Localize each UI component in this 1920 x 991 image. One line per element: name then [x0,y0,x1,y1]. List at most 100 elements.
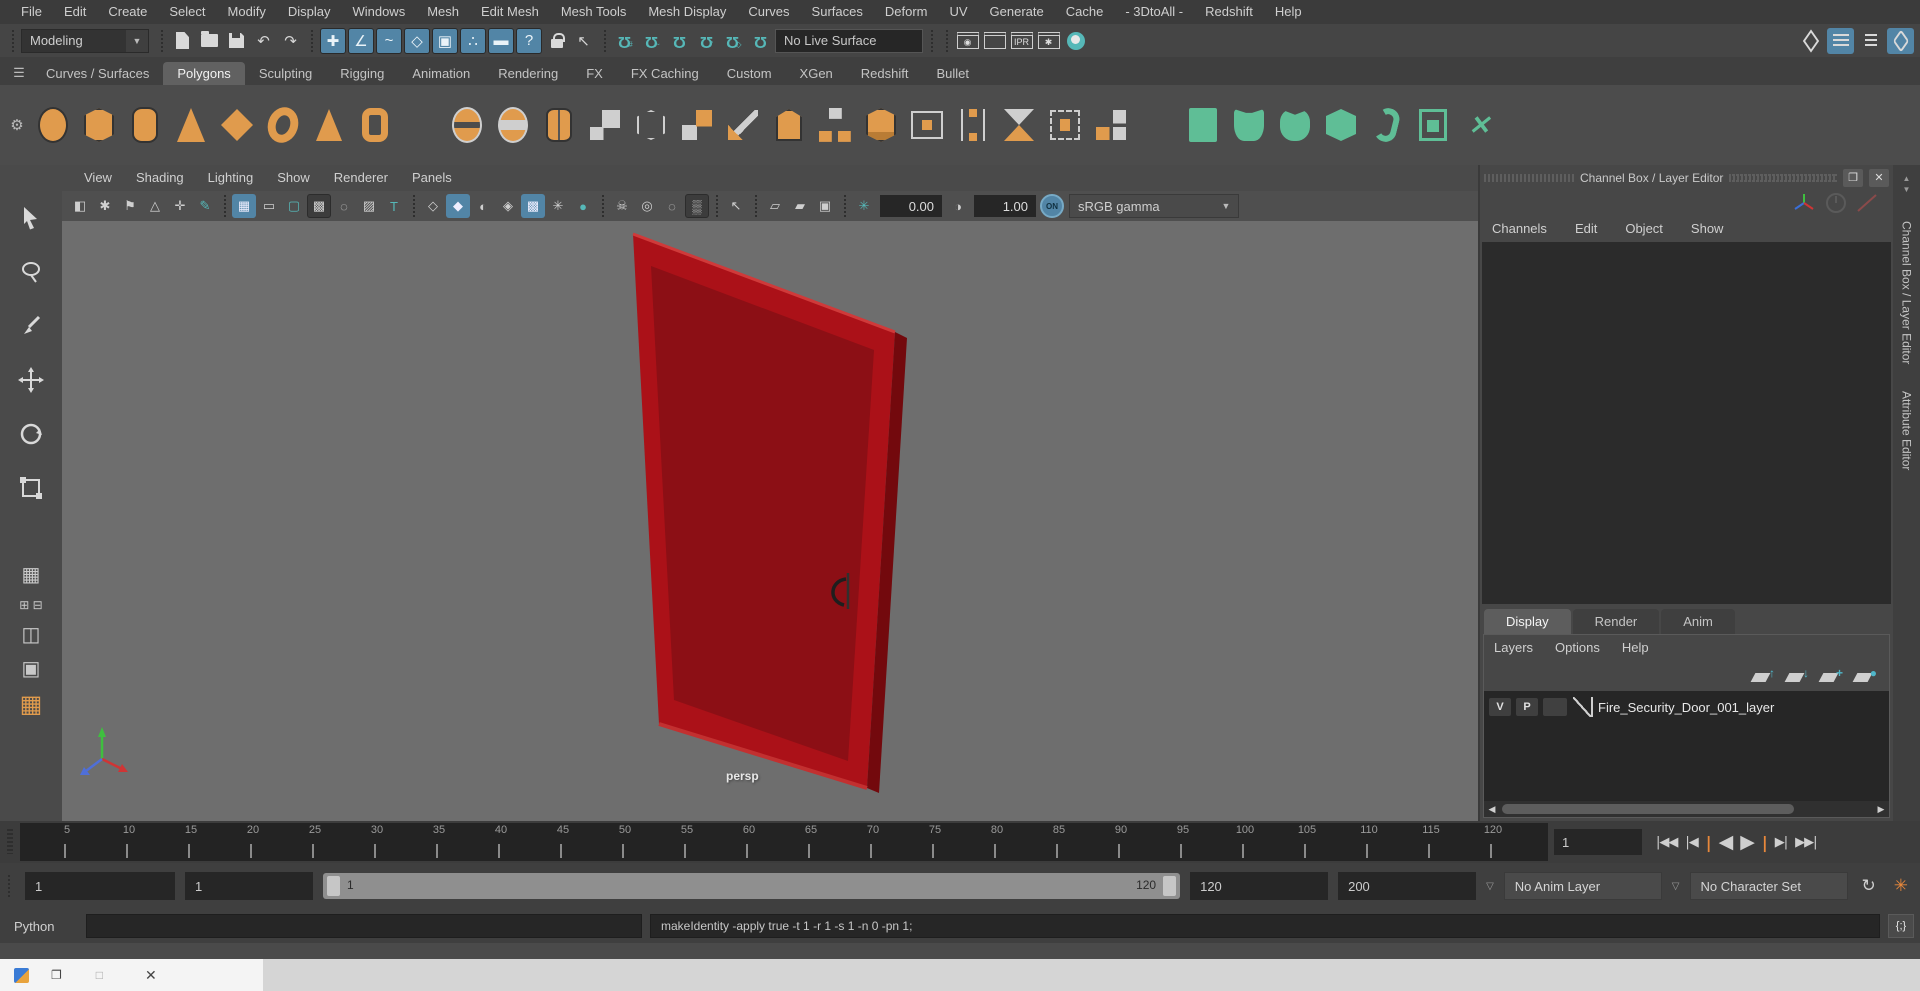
timeline-tick[interactable]: 45 [556,823,618,861]
menu-item[interactable]: Surfaces [801,0,874,24]
wireframe-on-shaded-icon[interactable]: ◈ [496,194,520,218]
shadows-icon[interactable]: ● [571,194,595,218]
attribute-editor-toggle[interactable] [1887,27,1914,54]
drag-grip[interactable] [158,29,165,52]
menu-item[interactable]: Windows [341,0,416,24]
float-panel-icon[interactable]: ❐ [1843,168,1863,187]
select-misc-mask-icon[interactable]: ? [516,27,542,54]
shelf-tab[interactable]: Rendering [484,62,572,85]
menu-item[interactable]: - 3DtoAll - [1114,0,1194,24]
menu-set-selector[interactable]: Modeling ▼ [21,28,149,53]
panel-menu-item[interactable]: View [72,165,124,191]
select-vertex-mask-icon[interactable]: ▣ [432,27,458,54]
chevron-down-icon[interactable]: ▽ [1672,881,1680,892]
redo-icon[interactable]: ↷ [278,28,303,53]
separate-icon[interactable] [490,98,536,152]
quad-draw-icon[interactable] [812,98,858,152]
move-tool[interactable] [14,363,48,397]
uv-unfold-icon[interactable] [1364,98,1410,152]
scale-tool[interactable] [14,471,48,505]
poly-sphere-icon[interactable] [30,98,76,152]
paint-select-tool[interactable] [14,309,48,343]
shelf-tab[interactable]: Custom [713,62,786,85]
step-back-frame-button[interactable]: |◀ [1681,833,1701,852]
menu-item[interactable]: Cache [1055,0,1115,24]
speed-state-icon[interactable] [1825,192,1847,214]
character-set-dropdown[interactable]: No Character Set [1689,872,1848,900]
menu-item[interactable]: UV [938,0,978,24]
app-icon[interactable] [14,967,29,983]
chevron-down-icon[interactable]: ▼ [126,29,148,52]
timeline-tick[interactable]: 100 [1236,823,1300,861]
channel-list[interactable] [1482,242,1891,604]
wireframe-icon[interactable]: ◇ [421,194,445,218]
timeline-tick[interactable]: 10 [122,823,184,861]
modeling-toolkit-toggle[interactable] [1797,28,1824,54]
channel-box-menu-item[interactable]: Show [1691,216,1738,242]
menu-item[interactable]: Modify [217,0,277,24]
select-render-mask-icon[interactable]: ▬ [488,27,514,54]
playback-end-field[interactable]: 120 [1190,872,1329,900]
film-gate-icon[interactable]: ▭ [257,194,281,218]
channel-box-menu-item[interactable]: Channels [1492,216,1561,242]
shelf-tab[interactable]: Animation [398,62,484,85]
taskbar-window-item[interactable]: ❐ □ ✕ [0,959,263,991]
chevron-down-icon[interactable]: ▽ [1486,881,1494,892]
tool-settings-toggle[interactable] [1857,28,1884,54]
shelf-tab[interactable]: Sculpting [245,62,326,85]
viewport-canvas[interactable]: persp [62,221,1478,821]
poly-cone-icon[interactable] [168,98,214,152]
panel-menu-item[interactable]: Show [265,165,322,191]
uv-automatic-map-icon[interactable] [1318,98,1364,152]
go-to-start-button[interactable]: |◀◀ [1652,833,1681,852]
safe-title-icon[interactable]: T [382,194,406,218]
move-layer-down-icon[interactable]: ↓ [1784,666,1809,684]
drag-grip[interactable] [841,195,848,217]
layer-color-ramp-icon[interactable] [1573,697,1593,717]
reduce-icon[interactable] [674,98,720,152]
uv-spherical-map-icon[interactable] [1272,98,1318,152]
use-all-lights-icon[interactable]: ✳ [546,194,570,218]
select-tool[interactable] [14,201,48,235]
drag-dots[interactable] [1484,173,1574,182]
manipulator-axis-icon[interactable] [1791,191,1817,215]
timeline-tick[interactable]: 105 [1298,823,1362,861]
select-object-icon[interactable]: ∠ [348,27,374,54]
live-surface-field[interactable]: No Live Surface [775,28,923,53]
layer-editor-menu-item[interactable]: Help [1622,635,1661,661]
timeline-tick[interactable]: 30 [370,823,432,861]
lookdev-sphere-icon[interactable] [1063,28,1088,53]
gamma-icon[interactable]: ◑ [946,194,970,218]
drag-grip[interactable] [9,29,16,52]
timeline-ruler[interactable]: 5 10 15 20 25 30 35 40 45 50 55 60 65 70 75 80 85 90 95 100… [20,823,1548,861]
menu-item[interactable]: Create [97,0,158,24]
persp-outliner-layout-icon[interactable]: ◫ [22,625,41,645]
select-curve-point-icon[interactable]: ~ [376,27,402,54]
undo-icon[interactable]: ↶ [251,28,276,53]
channel-box-menu-item[interactable]: Object [1625,216,1677,242]
lock-selection-icon[interactable] [544,28,569,53]
xray-icon[interactable]: ☠ [610,194,634,218]
current-layout-icon[interactable]: ▦ [20,693,43,717]
bookmark-icon[interactable]: ⚑ [118,194,142,218]
shelf-tab[interactable]: XGen [786,62,847,85]
shelf-tab[interactable]: Rigging [326,62,398,85]
shelf-tab[interactable]: Bullet [923,62,984,85]
timeline-tick[interactable]: 110 [1360,823,1424,861]
menu-item[interactable]: Mesh [416,0,470,24]
viewport-select-icon[interactable]: ↖ [724,194,748,218]
color-management-toggle[interactable]: ON [1040,194,1064,218]
panel-menu-item[interactable]: Panels [400,165,464,191]
no-manip-icon[interactable] [1855,192,1879,214]
timeline-tick[interactable]: 70 [866,823,928,861]
textured-icon[interactable]: ▩ [521,194,545,218]
shelf-tab[interactable]: FX [572,62,617,85]
close-window-icon[interactable]: ✕ [145,967,157,984]
poly-torus-icon[interactable] [260,98,306,152]
select-component-icon[interactable]: ◇ [404,27,430,54]
layer-editor-tab[interactable]: Display [1484,609,1571,634]
shelf-overflow-icon[interactable]: ▲ ▼ [1903,173,1911,195]
layer-editor-tab[interactable]: Anim [1661,609,1735,634]
current-frame-field[interactable]: 1 [1554,829,1642,855]
scroll-left-icon[interactable]: ◀ [1484,804,1500,815]
